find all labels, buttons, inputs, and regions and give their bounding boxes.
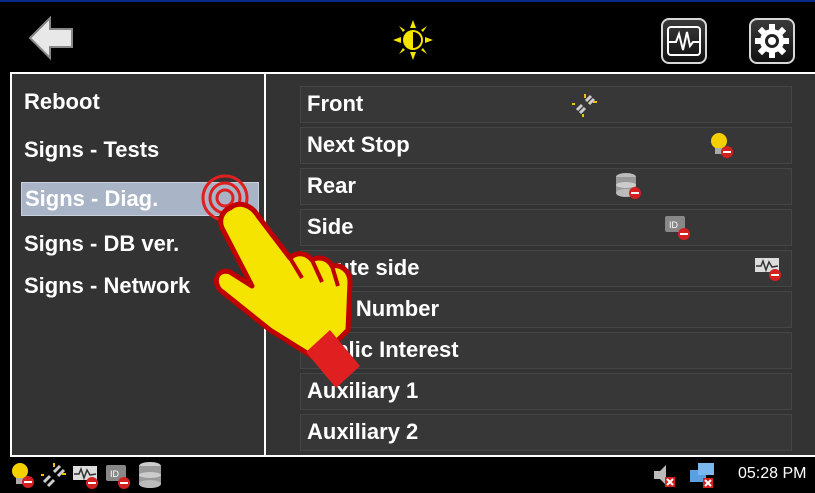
back-button[interactable] <box>26 12 76 64</box>
sign-label: Public Interest <box>307 337 459 362</box>
sign-label: Front <box>307 91 364 116</box>
signal-error-icon <box>73 466 98 489</box>
id-error-icon: ID <box>665 216 690 240</box>
sign-row-run-number[interactable]: Run Number <box>300 291 792 328</box>
sign-row-front[interactable]: Front <box>300 86 792 123</box>
sign-row-public-interest[interactable]: Public Interest <box>300 332 792 369</box>
id-error-icon: ID <box>106 465 130 489</box>
main-content: Reboot Signs - Tests Signs - Diag. Signs… <box>10 72 815 457</box>
sign-label: Auxiliary 2 <box>307 419 419 444</box>
menu-item-signs-db-ver[interactable]: Signs - DB ver. <box>21 228 179 262</box>
settings-button[interactable] <box>749 18 795 64</box>
sign-label: Run Number <box>307 296 439 321</box>
signs-list: Front Next Stop Rear Side ID Route side … <box>268 74 807 455</box>
sign-row-rear[interactable]: Rear <box>300 168 792 205</box>
top-bar <box>0 0 815 72</box>
menu-item-signs-diag[interactable]: Signs - Diag. <box>21 182 259 216</box>
menu-item-reboot[interactable]: Reboot <box>21 86 100 120</box>
brightness-icon <box>393 20 433 60</box>
sign-label: Route side <box>307 255 420 280</box>
sign-row-auxiliary-1[interactable]: Auxiliary 1 <box>300 373 792 410</box>
gear-icon <box>755 24 789 58</box>
brightness-button[interactable] <box>393 20 433 60</box>
speaker-muted-icon <box>654 465 675 487</box>
sign-label: Side <box>307 214 354 239</box>
bulb-error-icon <box>711 133 733 158</box>
sign-label: Rear <box>307 173 356 198</box>
sign-row-route-side[interactable]: Route side <box>300 250 792 287</box>
sign-row-auxiliary-2[interactable]: Auxiliary 2 <box>300 414 792 451</box>
left-menu: Reboot Signs - Tests Signs - Diag. Signs… <box>12 74 266 455</box>
network-error-icon <box>690 463 714 488</box>
menu-item-signs-tests[interactable]: Signs - Tests <box>21 134 159 168</box>
waveform-icon <box>667 26 701 56</box>
status-bar: ID 05:28 PM <box>0 457 815 493</box>
signal-error-icon <box>755 258 781 281</box>
sign-label: Next Stop <box>307 132 410 157</box>
svg-text:ID: ID <box>669 220 679 230</box>
sign-label: Auxiliary 1 <box>307 378 419 403</box>
sign-row-next-stop[interactable]: Next Stop <box>300 127 792 164</box>
link-broken-icon <box>41 463 66 488</box>
sign-row-side[interactable]: Side ID <box>300 209 792 246</box>
bulb-error-icon <box>12 463 34 488</box>
diagnostics-button[interactable] <box>661 18 707 64</box>
database-error-icon <box>616 173 641 199</box>
menu-item-signs-network[interactable]: Signs - Network <box>21 270 190 304</box>
svg-text:ID: ID <box>110 469 120 479</box>
link-broken-icon <box>572 94 597 117</box>
clock: 05:28 PM <box>738 465 807 482</box>
back-arrow-icon <box>28 15 73 61</box>
database-icon <box>139 462 161 488</box>
